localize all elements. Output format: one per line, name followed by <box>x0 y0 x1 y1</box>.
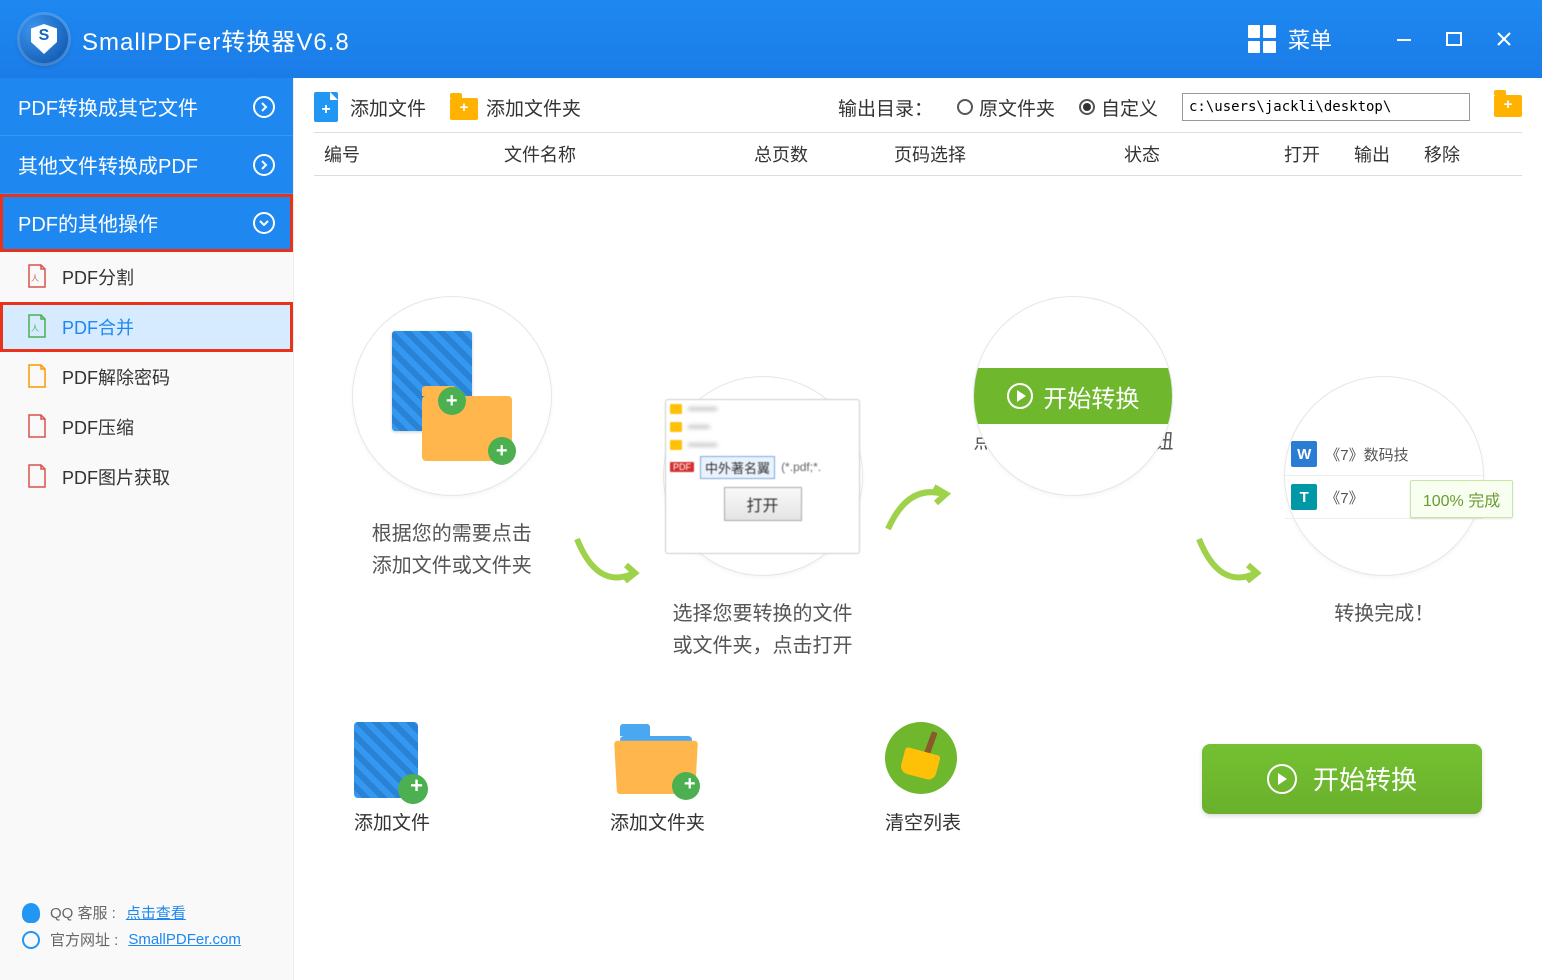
output-path-input[interactable] <box>1182 93 1470 121</box>
app-title: SmallPDFer转换器V6.8 <box>82 22 350 57</box>
tutorial-illustration: + + 根据您的需要点击 添加文件或文件夹 ━━━━ ━━━ ━━━━ PDF中… <box>314 176 1522 702</box>
sidebar-footer: QQ 客服 : 点击查看 官方网址 : SmallPDFer.com <box>0 882 293 980</box>
arrow-icon <box>567 529 647 589</box>
play-icon <box>1267 764 1297 794</box>
output-dir-label: 输出目录： <box>838 94 933 121</box>
folder-plus-icon <box>450 92 476 122</box>
tutorial-step-4: W《7》数码技 T《7》 100% 完成 转换完成！ <box>1284 376 1484 630</box>
chevron-down-icon <box>253 212 275 234</box>
sidebar-item-label: PDF分割 <box>62 264 134 290</box>
browse-folder-button[interactable] <box>1494 95 1522 119</box>
bottom-add-file-button[interactable]: + 添加文件 <box>354 722 430 835</box>
globe-icon <box>22 931 40 949</box>
sidebar-item-pdf-merge[interactable]: 人 PDF合并 <box>0 302 293 352</box>
sidebar-item-label: PDF合并 <box>62 314 134 340</box>
chevron-right-icon <box>253 154 275 176</box>
add-folder-button[interactable]: 添加文件夹 <box>450 92 581 122</box>
chevron-right-icon <box>253 96 275 118</box>
table-header: 编号 文件名称 总页数 页码选择 状态 打开 输出 移除 <box>314 132 1522 176</box>
sidebar-item-label: PDF图片获取 <box>62 464 170 490</box>
col-remove: 移除 <box>1424 141 1484 167</box>
sidebar-item-pdf-compress[interactable]: PDF压缩 <box>0 402 293 452</box>
sidebar: PDF转换成其它文件 其他文件转换成PDF PDF的其他操作 人 PDF分割 人… <box>0 78 294 980</box>
add-file-button[interactable]: 添加文件 <box>314 92 426 122</box>
radio-icon <box>957 99 973 115</box>
toolbar: 添加文件 添加文件夹 输出目录： 原文件夹 自定义 <box>314 92 1522 122</box>
svg-text:人: 人 <box>31 324 39 333</box>
minimize-button[interactable] <box>1386 21 1422 57</box>
sidebar-item-pdf-extract-image[interactable]: PDF图片获取 <box>0 452 293 502</box>
radio-original-folder[interactable]: 原文件夹 <box>957 94 1055 121</box>
file-plus-icon <box>314 92 340 122</box>
menu-label: 菜单 <box>1288 23 1332 55</box>
tutorial-step-2: ━━━━ ━━━ ━━━━ PDF中外著名翼(*.pdf;*. 打开 选择您要转… <box>663 376 863 662</box>
bottom-add-folder-button[interactable]: + 添加文件夹 <box>610 722 705 835</box>
col-select: 页码选择 <box>894 141 1124 167</box>
content-area: 添加文件 添加文件夹 输出目录： 原文件夹 自定义 编号 文件名称 总页数 <box>294 78 1542 980</box>
col-pages: 总页数 <box>754 141 894 167</box>
radio-custom-folder[interactable]: 自定义 <box>1079 94 1158 121</box>
sidebar-item-pdf-split[interactable]: 人 PDF分割 <box>0 252 293 302</box>
tutorial-step-3: 开始转换 点击【开始转换】按钮 <box>973 296 1173 458</box>
radio-icon <box>1079 99 1095 115</box>
pdf-icon: 人 <box>26 264 48 290</box>
tutorial-step-1: + + 根据您的需要点击 添加文件或文件夹 <box>352 296 552 582</box>
menu-grid-icon <box>1248 25 1276 53</box>
done-badge: 100% 完成 <box>1410 480 1513 518</box>
arrow-icon <box>1189 529 1269 589</box>
arrow-icon <box>878 479 958 539</box>
app-logo-wrap: SmallPDFer转换器V6.8 <box>20 15 350 63</box>
col-output: 输出 <box>1354 141 1424 167</box>
dialog-open-button: 打开 <box>724 487 802 521</box>
app-logo-icon <box>20 15 68 63</box>
col-open: 打开 <box>1284 141 1354 167</box>
pdf-icon: 人 <box>26 314 48 340</box>
website-link[interactable]: SmallPDFer.com <box>128 931 241 948</box>
sidebar-item-label: PDF压缩 <box>62 414 134 440</box>
svg-text:人: 人 <box>31 274 39 283</box>
close-button[interactable] <box>1486 21 1522 57</box>
sidebar-item-pdf-unlock[interactable]: PDF解除密码 <box>0 352 293 402</box>
main-menu-button[interactable]: 菜单 <box>1248 23 1332 55</box>
pdf-icon <box>26 414 48 440</box>
sidebar-cat-pdf-other-ops[interactable]: PDF的其他操作 <box>0 194 293 252</box>
col-no: 编号 <box>324 141 504 167</box>
col-name: 文件名称 <box>504 141 754 167</box>
start-convert-button[interactable]: 开始转换 <box>1202 744 1482 814</box>
sidebar-cat-other-to-pdf[interactable]: 其他文件转换成PDF <box>0 136 293 194</box>
sidebar-item-label: PDF解除密码 <box>62 364 170 390</box>
pdf-icon <box>26 464 48 490</box>
sidebar-cat-pdf-to-other[interactable]: PDF转换成其它文件 <box>0 78 293 136</box>
col-status: 状态 <box>1124 141 1284 167</box>
titlebar: SmallPDFer转换器V6.8 菜单 <box>0 0 1542 78</box>
pdf-icon <box>26 364 48 390</box>
qq-link[interactable]: 点击查看 <box>126 902 186 923</box>
qq-icon <box>22 903 40 923</box>
bottom-action-bar: + 添加文件 + 添加文件夹 清空列表 开始转换 <box>314 702 1522 865</box>
maximize-button[interactable] <box>1436 21 1472 57</box>
bottom-clear-list-button[interactable]: 清空列表 <box>885 722 961 835</box>
